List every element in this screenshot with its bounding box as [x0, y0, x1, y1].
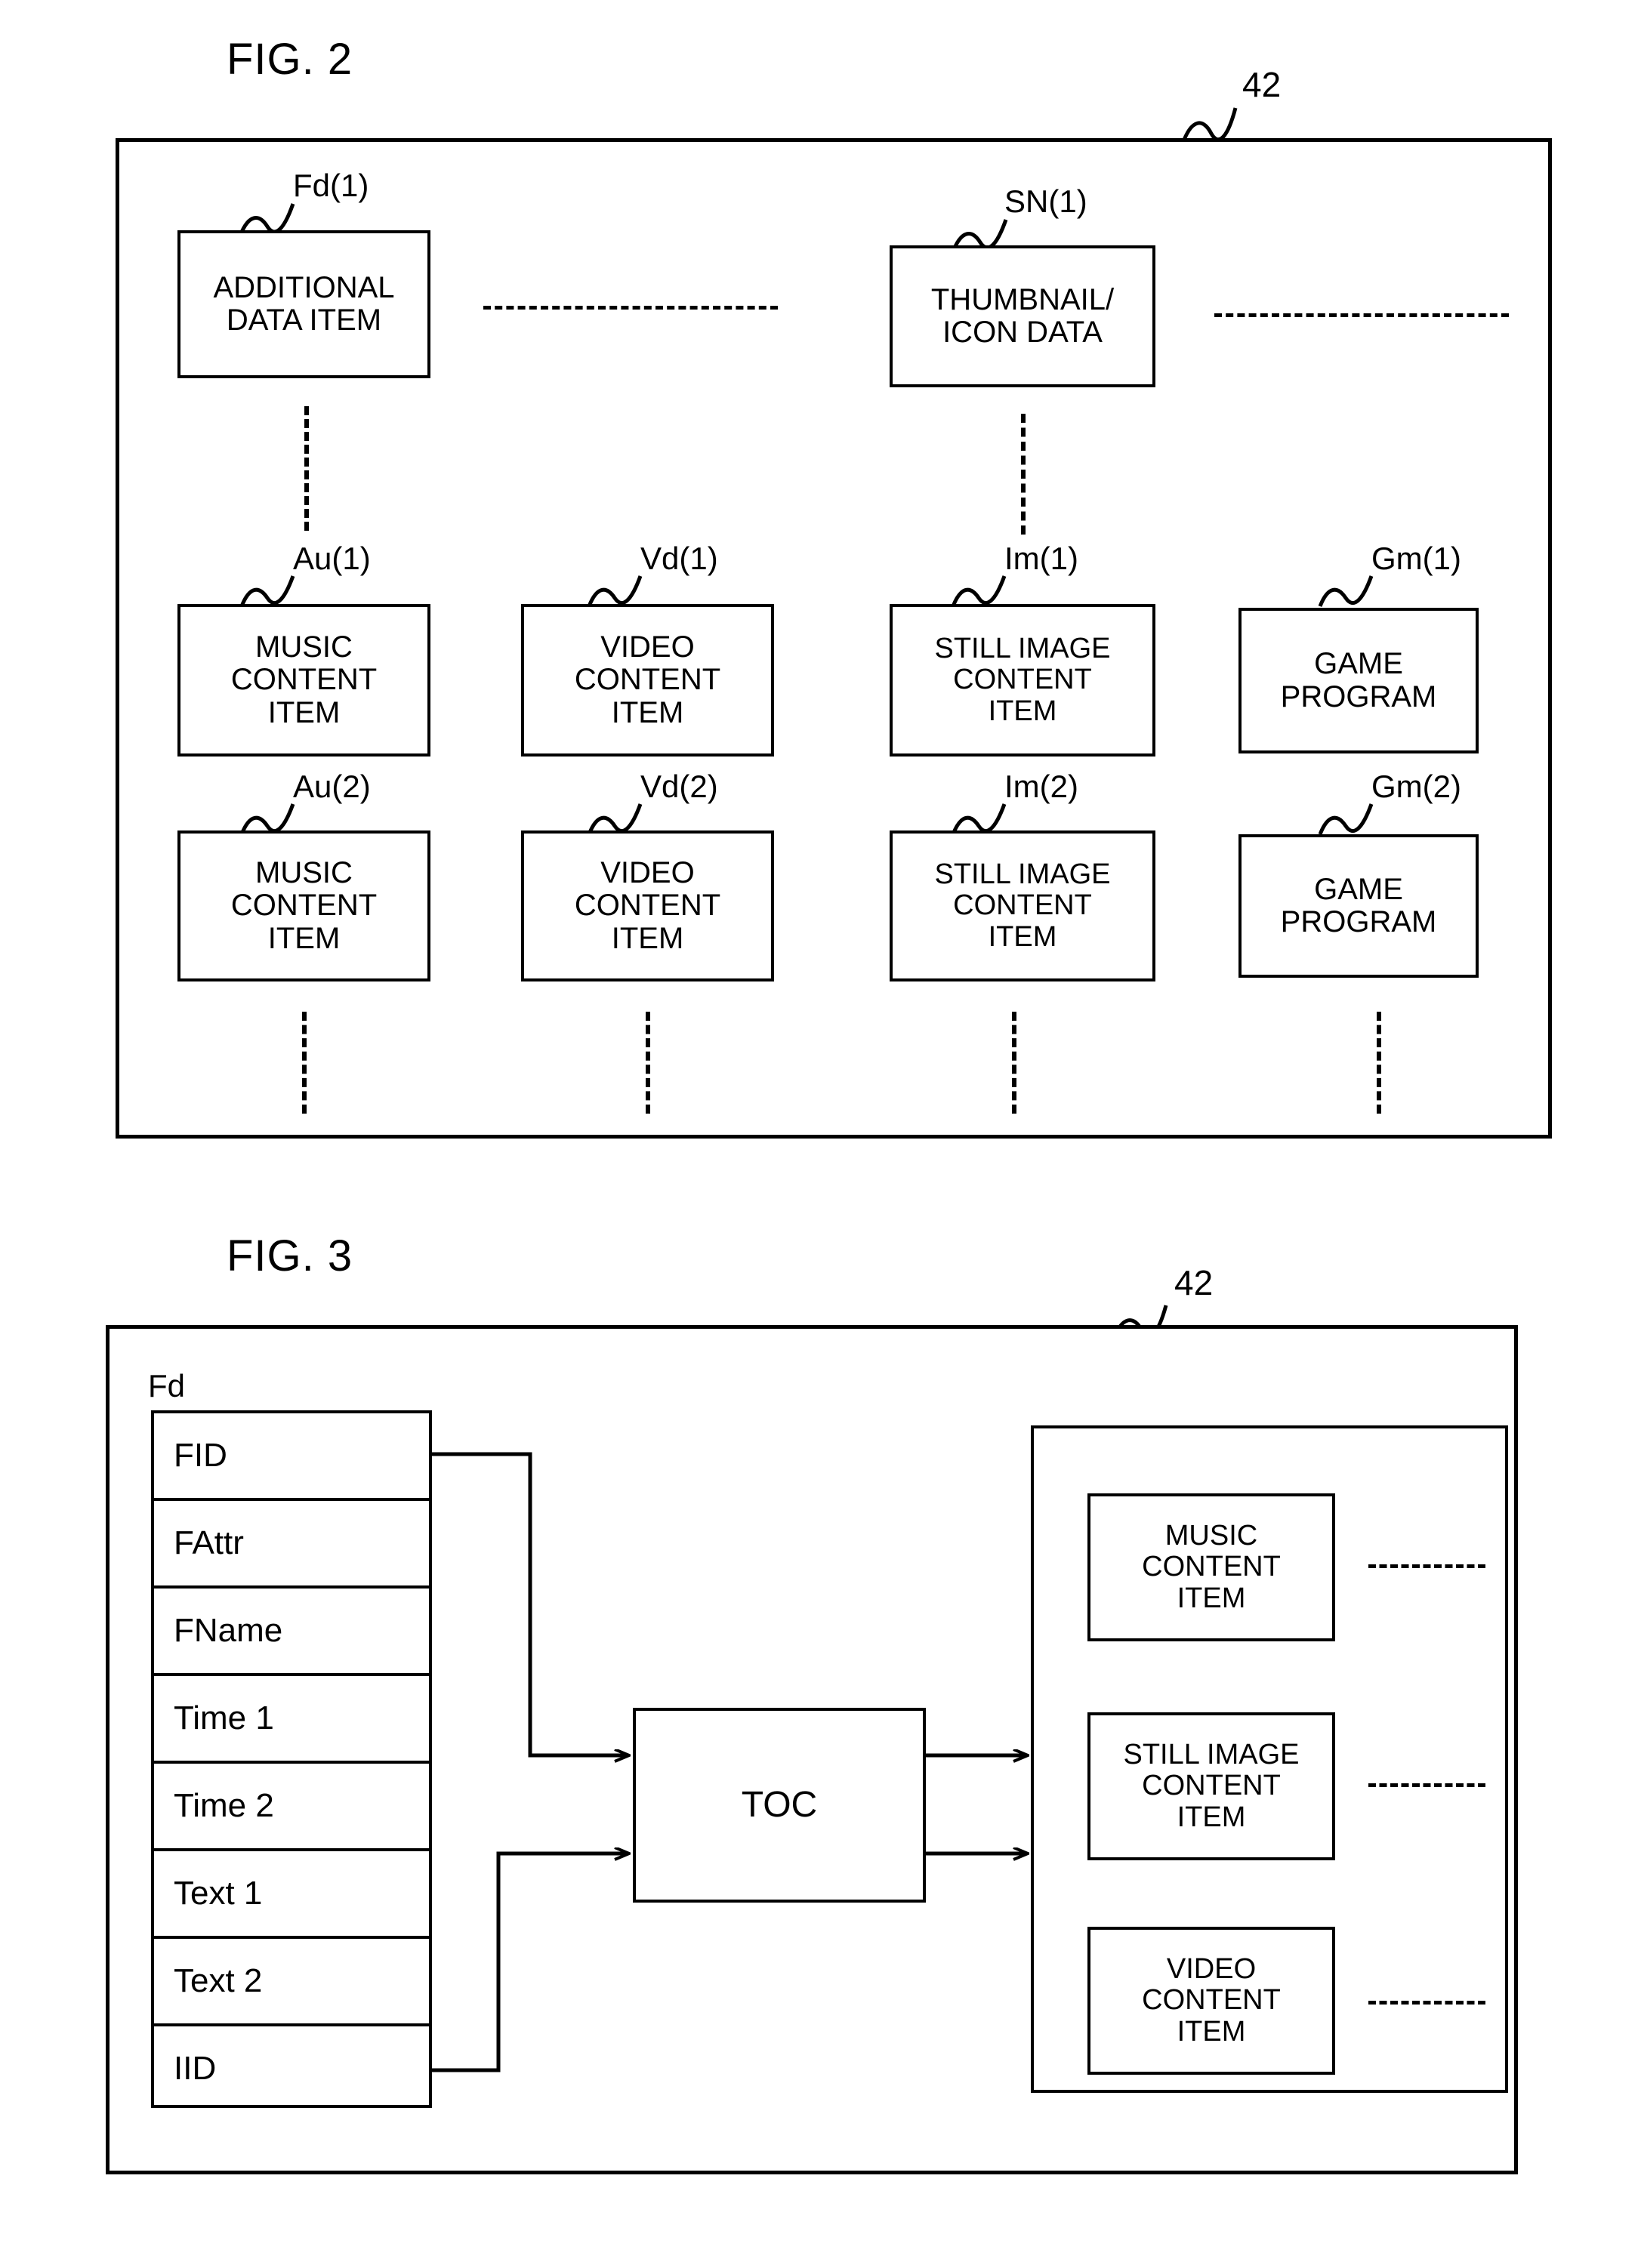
wire-iid-to-toc	[432, 1854, 628, 2072]
wire-fid-to-toc	[432, 1452, 628, 1755]
figure-3-connectors	[432, 1452, 1641, 2072]
